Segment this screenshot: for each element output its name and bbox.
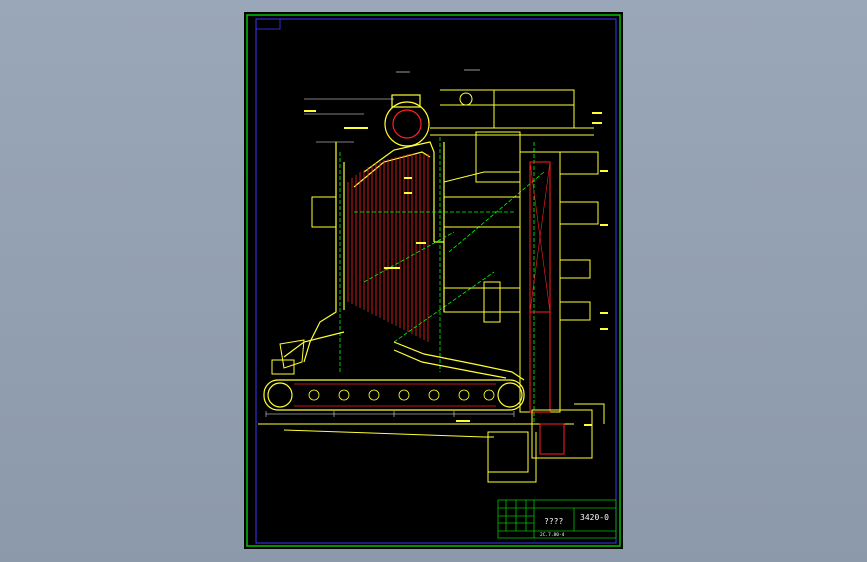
outer-frame xyxy=(246,14,621,547)
upper-header xyxy=(430,89,594,136)
economizer-column xyxy=(475,131,599,413)
grate-rollers xyxy=(308,389,495,401)
inner-frame xyxy=(255,18,617,544)
steam-drum xyxy=(384,94,430,147)
drawing-sheet: 3420-0 ???? 2C.7.80-4 xyxy=(244,12,623,549)
drawing-title: ???? xyxy=(544,517,563,526)
bottom-dimensions xyxy=(265,411,515,417)
center-lines xyxy=(339,137,545,422)
foundation xyxy=(258,403,605,483)
footer-code: 2C.7.80-4 xyxy=(540,532,565,538)
boiler-section-drawing: 3420-0 ???? 2C.7.80-4 xyxy=(246,14,621,547)
rear-arch xyxy=(283,331,525,381)
furnace-walls xyxy=(303,141,445,363)
corner-box xyxy=(255,18,281,30)
drawing-number: 3420-0 xyxy=(580,513,609,522)
water-tube-bank xyxy=(347,154,429,342)
annotation-marks xyxy=(304,110,608,426)
chain-grate xyxy=(263,379,525,411)
